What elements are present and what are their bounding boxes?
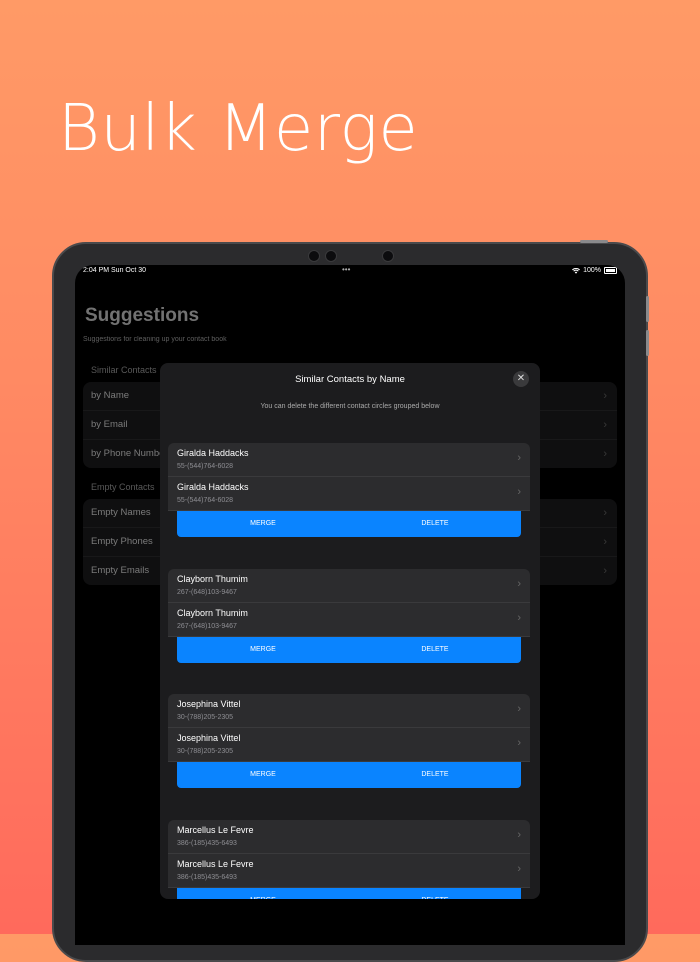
tablet-screen: 2:04 PM Sun Oct 30 ••• 100% Suggestions … <box>75 265 625 945</box>
contact-row[interactable]: Giralda Haddacks 55-(544)764-6028 › <box>168 477 530 511</box>
page-title: Suggestions <box>85 305 200 326</box>
chevron-right-icon: › <box>517 612 521 624</box>
contact-row[interactable]: Marcellus Le Fevre 386-(185)435-6493 › <box>168 854 530 888</box>
contact-name: Josephina Vittel <box>177 733 241 743</box>
contact-group: Giralda Haddacks 55-(544)764-6028 › Gira… <box>168 443 530 537</box>
multitasking-dots-icon[interactable]: ••• <box>342 265 350 274</box>
contact-name: Josephina Vittel <box>177 699 241 709</box>
contact-group: Clayborn Thumim 267-(648)103-9467 › Clay… <box>168 569 530 663</box>
chevron-right-icon: › <box>517 703 521 715</box>
chevron-right-icon: › <box>517 452 521 464</box>
contact-phone: 267-(648)103-9467 <box>177 589 237 596</box>
headline: Bulk Merge <box>58 92 419 166</box>
page-subtitle: Suggestions for cleaning up your contact… <box>83 336 227 343</box>
contact-name: Giralda Haddacks <box>177 482 249 492</box>
group-actions: MERGE DELETE <box>177 637 521 663</box>
chevron-right-icon: › <box>517 829 521 841</box>
chevron-right-icon: › <box>603 507 607 519</box>
group-actions: MERGE DELETE <box>177 511 521 537</box>
delete-button[interactable]: DELETE <box>349 762 521 788</box>
tablet-volume-down <box>646 330 649 356</box>
tablet-top-button <box>580 240 608 243</box>
delete-button[interactable]: DELETE <box>349 511 521 537</box>
group-actions: MERGE DELETE <box>177 888 521 899</box>
battery-icon <box>604 267 617 274</box>
modal-title: Similar Contacts by Name <box>295 374 405 385</box>
chevron-right-icon: › <box>603 390 607 402</box>
merge-button[interactable]: MERGE <box>177 511 349 537</box>
status-indicators: 100% <box>572 267 617 274</box>
chevron-right-icon: › <box>603 448 607 460</box>
contact-phone: 267-(648)103-9467 <box>177 623 237 630</box>
camera-icon <box>308 250 320 262</box>
similar-contacts-modal: Similar Contacts by Name ✕ You can delet… <box>160 363 540 899</box>
status-bar: 2:04 PM Sun Oct 30 ••• 100% <box>75 265 625 277</box>
contact-phone: 386-(185)435-6493 <box>177 874 237 881</box>
camera-icon <box>325 250 337 262</box>
section-label-empty: Empty Contacts <box>91 482 155 492</box>
status-time: 2:04 PM Sun Oct 30 <box>83 267 147 274</box>
merge-button[interactable]: MERGE <box>177 637 349 663</box>
contact-name: Marcellus Le Fevre <box>177 825 254 835</box>
contact-phone: 55-(544)764-6028 <box>177 497 234 504</box>
modal-description: You can delete the different contact cir… <box>260 403 440 410</box>
merge-button[interactable]: MERGE <box>177 762 349 788</box>
contact-phone: 55-(544)764-6028 <box>177 463 234 470</box>
contact-row[interactable]: Giralda Haddacks 55-(544)764-6028 › <box>168 443 530 477</box>
contact-row[interactable]: Marcellus Le Fevre 386-(185)435-6493 › <box>168 820 530 854</box>
merge-button[interactable]: MERGE <box>177 888 349 899</box>
chevron-right-icon: › <box>603 565 607 577</box>
contact-row[interactable]: Clayborn Thumim 267-(648)103-9467 › <box>168 603 530 637</box>
chevron-right-icon: › <box>517 486 521 498</box>
delete-button[interactable]: DELETE <box>349 888 521 899</box>
camera-icon <box>382 250 394 262</box>
contact-row[interactable]: Clayborn Thumim 267-(648)103-9467 › <box>168 569 530 603</box>
close-icon[interactable]: ✕ <box>513 371 529 387</box>
contact-row[interactable]: Josephina Vittel 30-(788)205-2305 › <box>168 728 530 762</box>
chevron-right-icon: › <box>603 419 607 431</box>
contact-name: Marcellus Le Fevre <box>177 859 254 869</box>
contact-group: Marcellus Le Fevre 386-(185)435-6493 › M… <box>168 820 530 899</box>
contact-phone: 30-(788)205-2305 <box>177 714 234 721</box>
group-actions: MERGE DELETE <box>177 762 521 788</box>
tablet-volume-up <box>646 296 649 322</box>
contact-name: Giralda Haddacks <box>177 448 249 458</box>
wifi-icon <box>572 267 581 274</box>
contact-phone: 386-(185)435-6493 <box>177 840 237 847</box>
delete-button[interactable]: DELETE <box>349 637 521 663</box>
contact-name: Clayborn Thumim <box>177 574 248 584</box>
contact-name: Clayborn Thumim <box>177 608 248 618</box>
contact-row[interactable]: Josephina Vittel 30-(788)205-2305 › <box>168 694 530 728</box>
section-label-similar: Similar Contacts <box>91 365 157 375</box>
contact-group: Josephina Vittel 30-(788)205-2305 › Jose… <box>168 694 530 788</box>
chevron-right-icon: › <box>603 536 607 548</box>
battery-percent: 100% <box>583 267 601 274</box>
chevron-right-icon: › <box>517 737 521 749</box>
chevron-right-icon: › <box>517 863 521 875</box>
contact-phone: 30-(788)205-2305 <box>177 748 234 755</box>
chevron-right-icon: › <box>517 578 521 590</box>
